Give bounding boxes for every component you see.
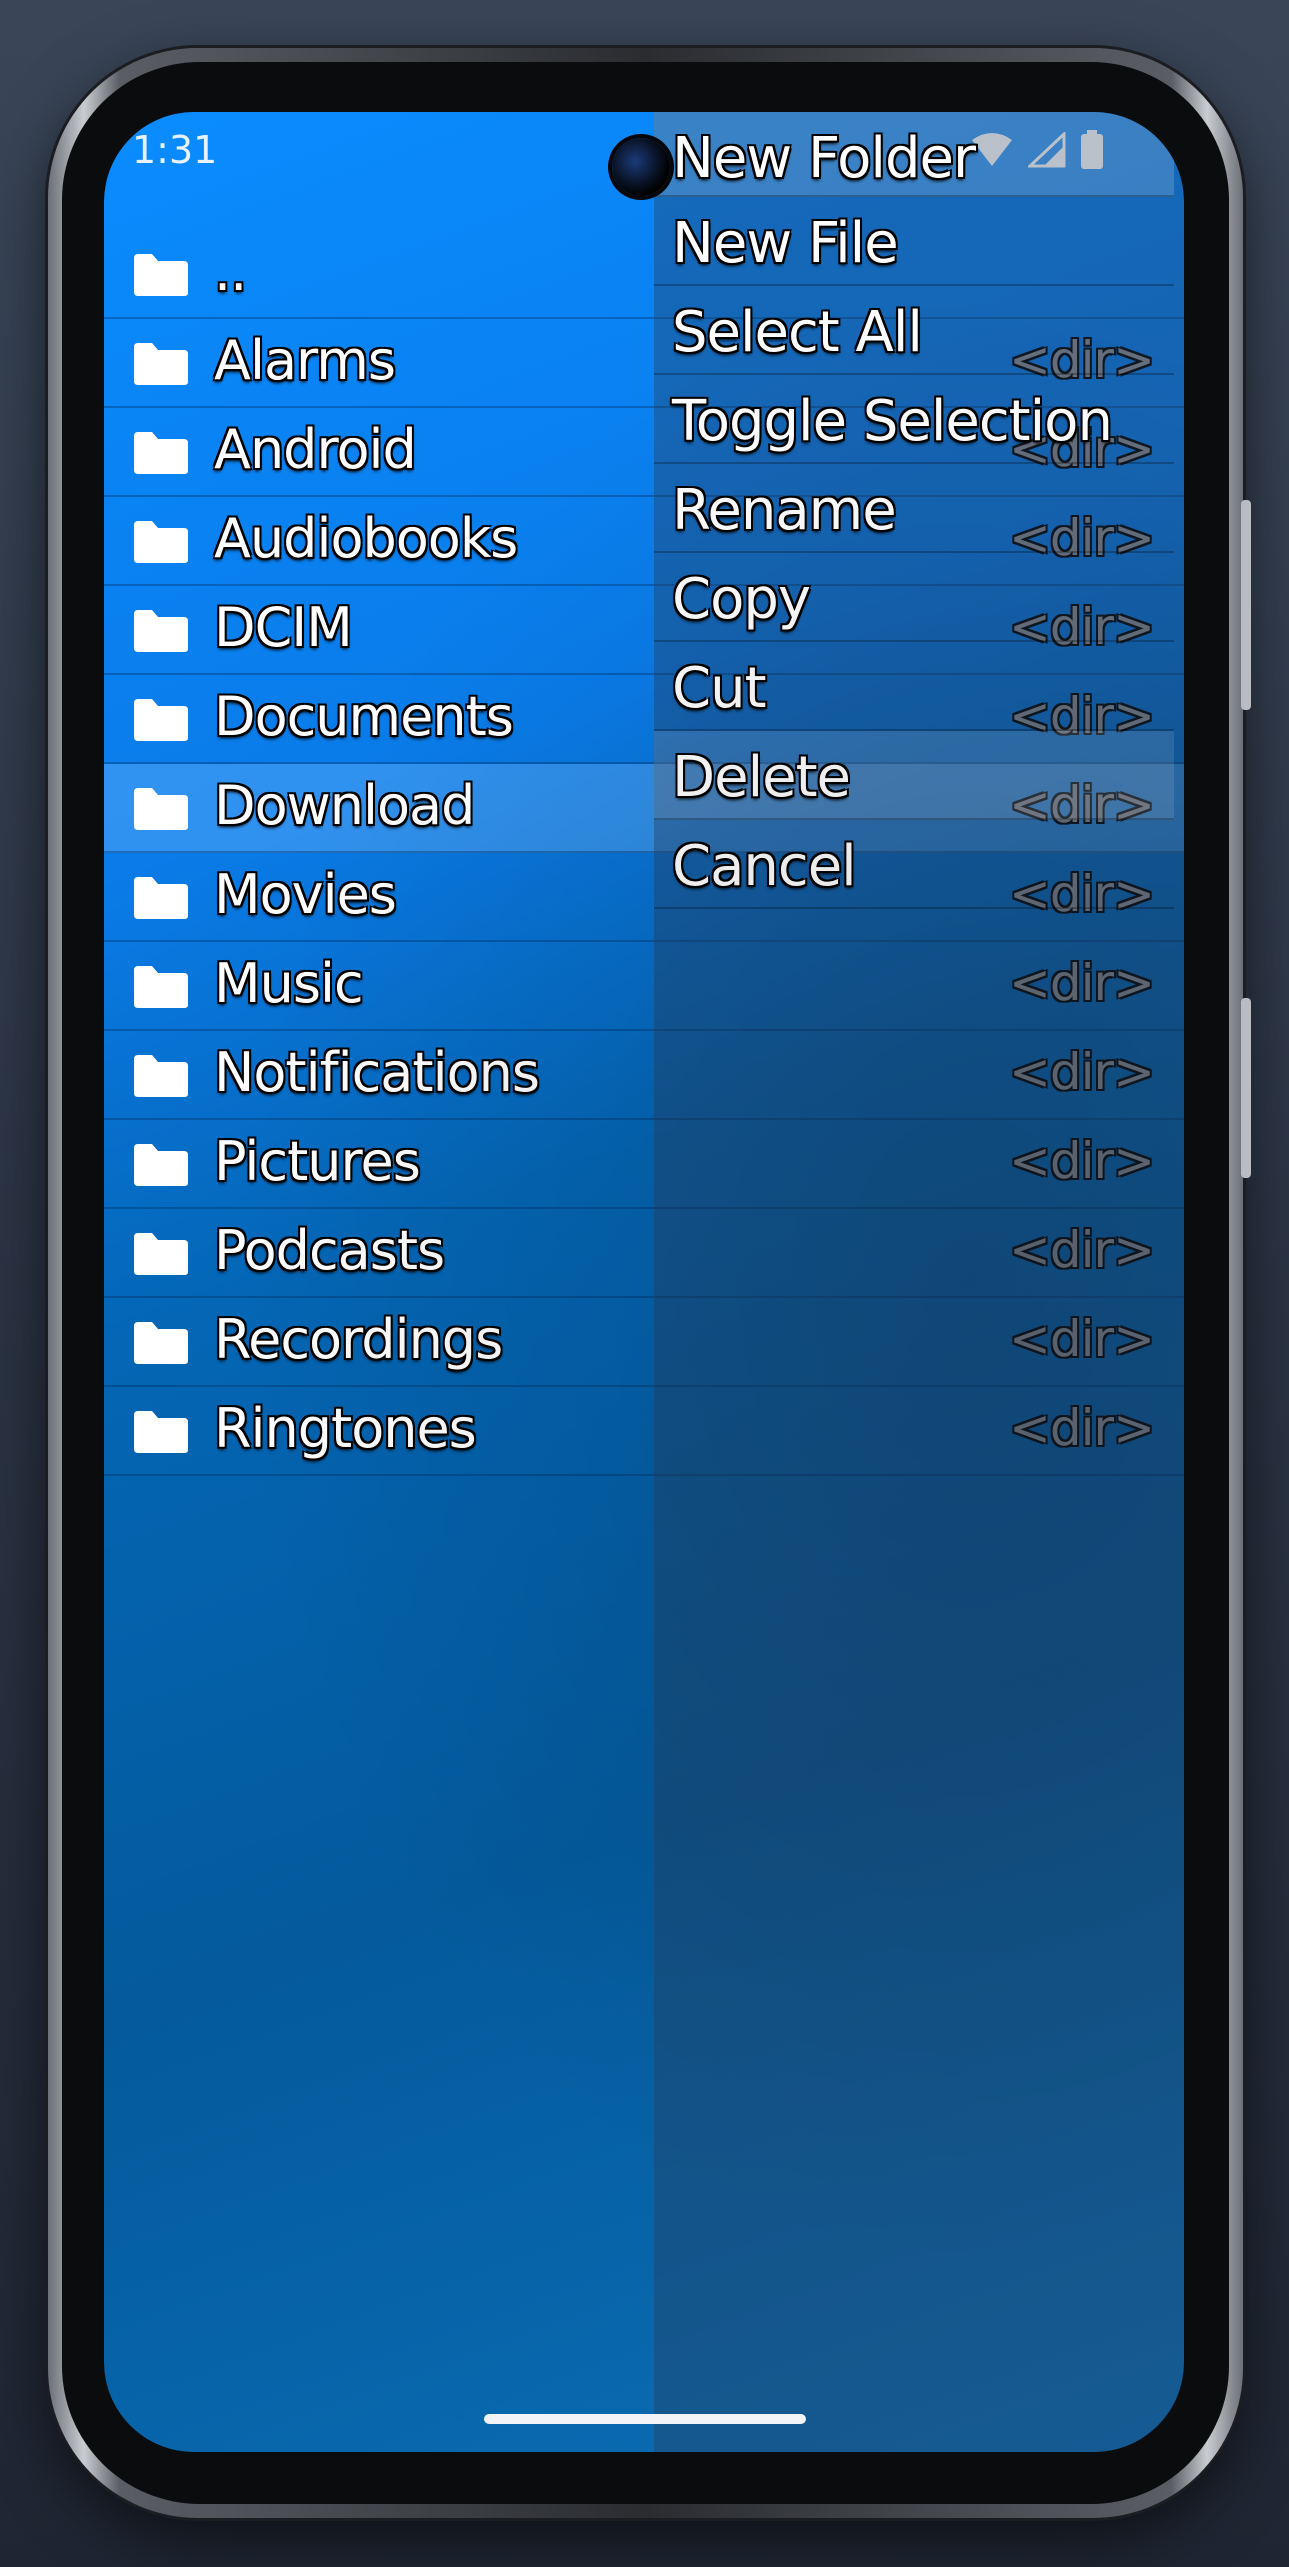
power-button xyxy=(1241,500,1251,710)
volume-button xyxy=(1241,998,1251,1178)
menu-item-delete[interactable]: Delete xyxy=(654,731,1174,820)
folder-icon xyxy=(134,1233,188,1275)
file-name: Alarms xyxy=(214,329,396,392)
file-name: Documents xyxy=(214,685,514,748)
folder-icon xyxy=(134,610,188,652)
status-time: 1:31 xyxy=(132,128,218,172)
menu-item-rename[interactable]: Rename xyxy=(654,464,1174,553)
menu-item-cut[interactable]: Cut xyxy=(654,642,1174,731)
file-name: Download xyxy=(214,774,475,837)
menu-item-select-all[interactable]: Select All xyxy=(654,286,1174,375)
folder-icon xyxy=(134,1411,188,1453)
menu-item-new-folder[interactable]: New Folder xyxy=(654,112,1174,197)
menu-item-label: Cut xyxy=(672,656,767,721)
file-name: Recordings xyxy=(214,1308,503,1371)
folder-icon xyxy=(134,966,188,1008)
folder-icon xyxy=(134,521,188,563)
menu-item-new-file[interactable]: New File xyxy=(654,197,1174,286)
menu-item-label: Copy xyxy=(672,567,811,632)
folder-icon xyxy=(134,432,188,474)
file-name: Pictures xyxy=(214,1130,421,1193)
front-camera xyxy=(612,138,670,196)
folder-icon xyxy=(134,1144,188,1186)
screen: 1:31 .. Alarms <dir> Android <dir> Audio… xyxy=(104,112,1184,2452)
folder-icon xyxy=(134,699,188,741)
menu-item-label: New Folder xyxy=(672,126,976,191)
file-name: Podcasts xyxy=(214,1219,445,1282)
menu-item-label: Rename xyxy=(672,478,897,543)
file-name: Ringtones xyxy=(214,1397,477,1460)
menu-item-toggle-selection[interactable]: Toggle Selection xyxy=(654,375,1174,464)
folder-icon xyxy=(134,254,188,296)
menu-item-label: Select All xyxy=(672,300,923,365)
context-menu: New Folder New File Select All Toggle Selec… xyxy=(654,112,1174,909)
file-name: Android xyxy=(214,418,417,481)
file-name: Music xyxy=(214,952,364,1015)
menu-item-label: Toggle Selection xyxy=(672,389,1113,454)
menu-item-cancel[interactable]: Cancel xyxy=(654,820,1174,909)
home-indicator[interactable] xyxy=(484,2414,806,2424)
menu-item-label: Cancel xyxy=(672,834,857,899)
file-name: Movies xyxy=(214,863,397,926)
menu-item-copy[interactable]: Copy xyxy=(654,553,1174,642)
folder-icon xyxy=(134,1055,188,1097)
file-name: Audiobooks xyxy=(214,507,518,570)
folder-icon xyxy=(134,788,188,830)
folder-icon xyxy=(134,1322,188,1364)
folder-icon xyxy=(134,877,188,919)
file-name: .. xyxy=(214,240,247,303)
folder-icon xyxy=(134,343,188,385)
menu-item-label: New File xyxy=(672,211,899,276)
file-name: DCIM xyxy=(214,596,353,659)
menu-item-label: Delete xyxy=(672,745,851,810)
file-name: Notifications xyxy=(214,1041,540,1104)
